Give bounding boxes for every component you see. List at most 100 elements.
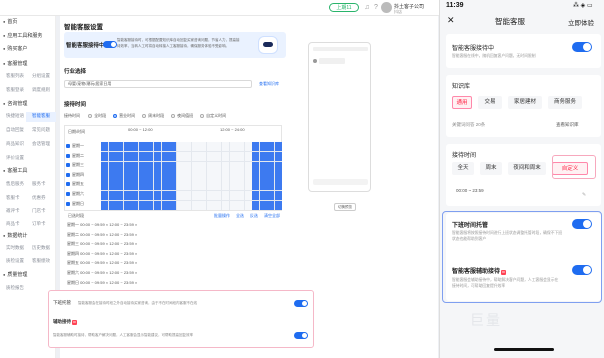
schedule-cell[interactable] <box>138 181 146 191</box>
schedule-cell[interactable] <box>229 200 237 210</box>
schedule-cell[interactable] <box>252 200 260 210</box>
off-hours-toggle[interactable] <box>294 300 308 307</box>
sidebar-item[interactable]: 客服登录 <box>6 87 24 93</box>
help-icon[interactable]: ? <box>372 4 380 12</box>
schedule-cell[interactable] <box>108 161 116 171</box>
schedule-cell[interactable] <box>123 200 131 210</box>
schedule-cell[interactable] <box>229 190 237 201</box>
schedule-cell[interactable] <box>244 171 252 181</box>
sidebar-section[interactable]: 咨询管理 <box>3 100 27 107</box>
knowledge-chip[interactable]: 交易 <box>478 96 502 109</box>
sidebar-item[interactable]: 分组设置 <box>32 73 50 79</box>
view-knowledge-mobile[interactable]: 查看知识库 <box>556 122 579 128</box>
schedule-cell[interactable] <box>108 142 116 152</box>
schedule-cell[interactable] <box>229 142 237 152</box>
knowledge-chip[interactable]: 家居建材 <box>508 96 542 109</box>
schedule-cell[interactable] <box>176 190 184 201</box>
day-row-label[interactable]: 星期四 <box>66 172 84 178</box>
schedule-cell[interactable] <box>259 181 267 191</box>
day-row-label[interactable]: 星期五 <box>66 181 84 187</box>
schedule-cell[interactable] <box>191 161 199 171</box>
schedule-cell[interactable] <box>199 190 207 201</box>
sidebar-item[interactable]: 智能客服 <box>32 113 50 119</box>
schedule-cell[interactable] <box>275 151 282 161</box>
schedule-cell[interactable] <box>214 190 222 201</box>
schedule-cell[interactable] <box>108 190 116 201</box>
schedule-cell[interactable] <box>244 200 252 210</box>
reception-toggle[interactable] <box>103 41 117 48</box>
schedule-cell[interactable] <box>267 151 275 161</box>
schedule-cell[interactable] <box>237 181 245 191</box>
schedule-cell[interactable] <box>222 142 230 152</box>
schedule-cell[interactable] <box>237 190 245 201</box>
schedule-cell[interactable] <box>191 142 199 152</box>
sidebar-item[interactable]: 门店卡 <box>32 208 46 214</box>
sidebar-item[interactable]: 质检设置 <box>6 258 24 264</box>
schedule-cell[interactable] <box>169 181 177 191</box>
schedule-cell[interactable] <box>123 190 131 201</box>
schedule-cell[interactable] <box>176 161 184 171</box>
schedule-cell[interactable] <box>259 190 267 201</box>
schedule-action-link[interactable]: 批量操作 <box>214 213 230 218</box>
schedule-cell[interactable] <box>191 171 199 181</box>
schedule-cell[interactable] <box>237 171 245 181</box>
schedule-cell[interactable] <box>184 171 192 181</box>
schedule-cell[interactable] <box>199 161 207 171</box>
schedule-cell[interactable] <box>259 161 267 171</box>
schedule-cell[interactable] <box>222 200 230 210</box>
schedule-cell[interactable] <box>244 190 252 201</box>
sidebar-section[interactable]: 质量管理 <box>3 271 27 278</box>
schedule-grid[interactable] <box>101 142 282 210</box>
schedule-action-link[interactable]: 反选 <box>250 213 258 218</box>
schedule-cell[interactable] <box>146 181 154 191</box>
sidebar-item[interactable]: 售后服务 <box>6 181 24 187</box>
schedule-cell[interactable] <box>184 142 192 152</box>
schedule-cell[interactable] <box>161 161 169 171</box>
schedule-cell[interactable] <box>108 181 116 191</box>
schedule-cell[interactable] <box>259 151 267 161</box>
schedule-cell[interactable] <box>153 181 161 191</box>
schedule-cell[interactable] <box>138 171 146 181</box>
schedule-cell[interactable] <box>206 181 214 191</box>
schedule-cell[interactable] <box>161 142 169 152</box>
sidebar-item[interactable]: 商品知识 <box>6 141 24 147</box>
schedule-cell[interactable] <box>252 181 260 191</box>
schedule-cell[interactable] <box>267 181 275 191</box>
schedule-cell[interactable] <box>252 161 260 171</box>
schedule-cell[interactable] <box>191 200 199 210</box>
schedule-cell[interactable] <box>252 190 260 201</box>
edit-icon[interactable]: ✎ <box>582 192 586 198</box>
schedule-cell[interactable] <box>101 151 108 161</box>
schedule-cell[interactable] <box>275 200 282 210</box>
sidebar-item[interactable]: 会话管理 <box>32 141 50 147</box>
schedule-cell[interactable] <box>244 181 252 191</box>
reception-option[interactable]: 营业时间 <box>113 113 135 118</box>
sidebar-item[interactable]: 质检报告 <box>6 285 24 291</box>
sidebar-item[interactable]: 调度规则 <box>32 87 50 93</box>
schedule-cell[interactable] <box>131 190 139 201</box>
schedule-cell[interactable] <box>237 151 245 161</box>
sidebar-item[interactable]: 评价设置 <box>6 155 24 161</box>
schedule-cell[interactable] <box>123 181 131 191</box>
schedule-cell[interactable] <box>252 171 260 181</box>
schedule-cell[interactable] <box>229 171 237 181</box>
schedule-cell[interactable] <box>153 200 161 210</box>
schedule-cell[interactable] <box>199 171 207 181</box>
sidebar-section[interactable]: 购买客户 <box>3 45 27 52</box>
schedule-cell[interactable] <box>199 151 207 161</box>
schedule-cell[interactable] <box>267 200 275 210</box>
schedule-cell[interactable] <box>101 181 108 191</box>
schedule-cell[interactable] <box>252 151 260 161</box>
schedule-cell[interactable] <box>275 161 282 171</box>
schedule-cell[interactable] <box>176 181 184 191</box>
schedule-cell[interactable] <box>191 190 199 201</box>
schedule-cell[interactable] <box>116 171 124 181</box>
schedule-cell[interactable] <box>214 171 222 181</box>
schedule-cell[interactable] <box>108 171 116 181</box>
schedule-cell[interactable] <box>237 142 245 152</box>
schedule-cell[interactable] <box>199 142 207 152</box>
schedule-cell[interactable] <box>275 171 282 181</box>
schedule-cell[interactable] <box>169 190 177 201</box>
schedule-cell[interactable] <box>176 171 184 181</box>
day-row-label[interactable]: 星期一 <box>66 143 84 149</box>
